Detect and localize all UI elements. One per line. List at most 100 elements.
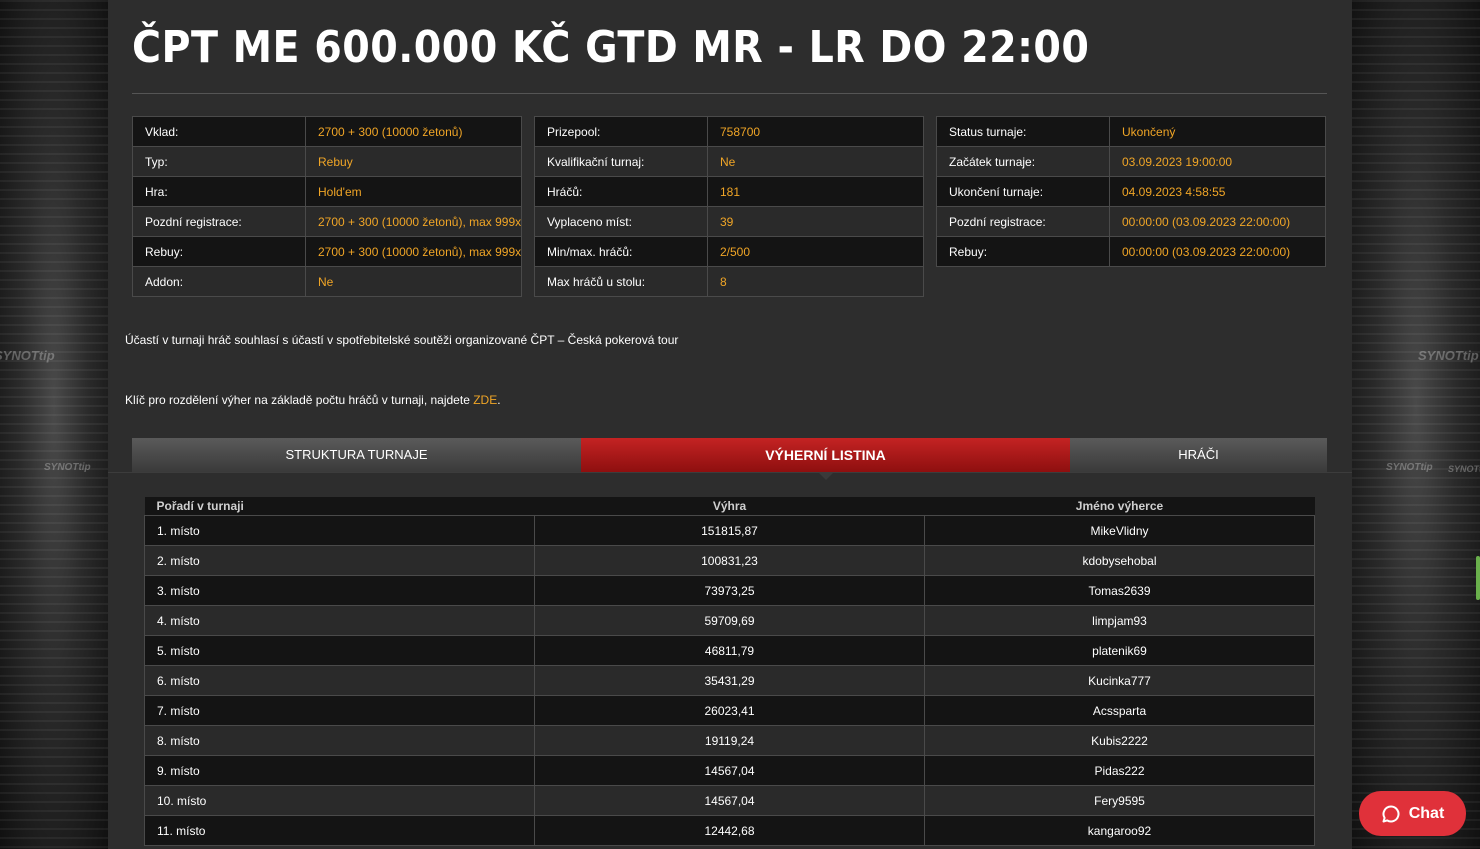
watermark: SYNOTtip (0, 348, 55, 363)
info-value: 03.09.2023 19:00:00 (1109, 146, 1326, 177)
info-value: 2700 + 300 (10000 žetonů), max 999x (305, 206, 522, 237)
active-tab-caret (817, 472, 834, 480)
info-label: Vyplaceno míst: (534, 206, 708, 237)
info-row: Addon: Ne (132, 266, 522, 297)
chat-button[interactable]: Chat (1359, 791, 1466, 836)
info-value: 2/500 (707, 236, 924, 267)
winner-name-cell: limpjam93 (924, 605, 1315, 636)
info-value: Hold'em (305, 176, 522, 207)
prize-cell: 26023,41 (534, 695, 925, 726)
prize-cell: 100831,23 (534, 545, 925, 576)
tab-label: VÝHERNÍ LISTINA (765, 447, 886, 463)
winner-name-cell: Fery9595 (924, 785, 1315, 816)
watermark: SYNOTtip (44, 462, 91, 473)
info-value: Ukončený (1109, 116, 1326, 147)
tab-bar: STRUKTURA TURNAJE VÝHERNÍ LISTINA HRÁČI (132, 438, 1327, 480)
info-row: Vyplaceno míst: 39 (534, 206, 924, 237)
info-value: 2700 + 300 (10000 žetonů), max 999x (305, 236, 522, 267)
column-header-prize: Výhra (534, 497, 925, 516)
winner-name-cell: Kucinka777 (924, 665, 1315, 696)
info-label: Ukončení turnaje: (936, 176, 1110, 207)
watermark: SYNOTtip (1448, 464, 1480, 474)
rank-cell: 11. místo (144, 815, 535, 846)
rank-cell: 5. místo (144, 635, 535, 666)
info-row: Ukončení turnaje: 04.09.2023 4:58:55 (936, 176, 1326, 207)
rank-cell: 1. místo (144, 515, 535, 546)
info-value: 8 (707, 266, 924, 297)
info-row: Hráčů: 181 (534, 176, 924, 207)
tab-vyherni-listina[interactable]: VÝHERNÍ LISTINA (581, 438, 1070, 480)
prize-cell: 14567,04 (534, 785, 925, 816)
info-label: Pozdní registrace: (936, 206, 1110, 237)
info-row: Typ: Rebuy (132, 146, 522, 177)
tab-struktura-turnaje[interactable]: STRUKTURA TURNAJE (132, 438, 581, 472)
rank-cell: 4. místo (144, 605, 535, 636)
info-row: Status turnaje: Ukončený (936, 116, 1326, 147)
info-value: 758700 (707, 116, 924, 147)
rank-cell: 9. místo (144, 755, 535, 786)
info-value: 39 (707, 206, 924, 237)
table-row: 4. místo 59709,69 limpjam93 (144, 605, 1315, 636)
info-value: Ne (707, 146, 924, 177)
prize-cell: 35431,29 (534, 665, 925, 696)
info-value: 00:00:00 (03.09.2023 22:00:00) (1109, 206, 1326, 237)
info-row: Začátek turnaje: 03.09.2023 19:00:00 (936, 146, 1326, 177)
winner-name-cell: platenik69 (924, 635, 1315, 666)
side-widget-edge[interactable] (1476, 556, 1480, 600)
winner-name-cell: kdobysehobal (924, 545, 1315, 576)
rank-cell: 6. místo (144, 665, 535, 696)
info-label: Min/max. hráčů: (534, 236, 708, 267)
info-label: Rebuy: (132, 236, 306, 267)
info-value: 04.09.2023 4:58:55 (1109, 176, 1326, 207)
background-left: SYNOTtip SYNOTtip (0, 0, 108, 849)
info-row: Pozdní registrace: 2700 + 300 (10000 žeto… (132, 206, 522, 237)
info-value: 00:00:00 (03.09.2023 22:00:00) (1109, 236, 1326, 267)
prize-cell: 73973,25 (534, 575, 925, 606)
watermark: SYNOTtip (1418, 348, 1479, 363)
info-label: Addon: (132, 266, 306, 297)
tab-underline (108, 472, 1352, 473)
info-value: 2700 + 300 (10000 žetonů) (305, 116, 522, 147)
tab-label: HRÁČI (1178, 447, 1219, 462)
table-row: 9. místo 14567,04 Pidas222 (144, 755, 1315, 786)
distribution-key-note: Klíč pro rozdělení výher na základě počt… (125, 393, 501, 407)
prize-cell: 19119,24 (534, 725, 925, 756)
info-table-status: Status turnaje: Ukončený Začátek turnaje: 0… (936, 116, 1326, 267)
winner-name-cell: Kubis2222 (924, 725, 1315, 756)
info-value: 181 (707, 176, 924, 207)
table-row: 2. místo 100831,23 kdobysehobal (144, 545, 1315, 576)
table-row: 8. místo 19119,24 Kubis2222 (144, 725, 1315, 756)
info-value: Ne (305, 266, 522, 297)
info-label: Prizepool: (534, 116, 708, 147)
consent-note: Účastí v turnaji hráč souhlasí s účastí … (125, 333, 679, 347)
prize-cell: 151815,87 (534, 515, 925, 546)
info-row: Prizepool: 758700 (534, 116, 924, 147)
watermark: SYNOTtip (1386, 462, 1433, 473)
table-row: 1. místo 151815,87 MikeVlidny (144, 515, 1315, 546)
info-label: Typ: (132, 146, 306, 177)
tab-hraci[interactable]: HRÁČI (1070, 438, 1327, 472)
info-row: Max hráčů u stolu: 8 (534, 266, 924, 297)
column-header-winner: Jméno výherce (924, 497, 1315, 516)
info-label: Vklad: (132, 116, 306, 147)
info-value: Rebuy (305, 146, 522, 177)
info-label: Hra: (132, 176, 306, 207)
info-row: Hra: Hold'em (132, 176, 522, 207)
info-label: Začátek turnaje: (936, 146, 1110, 177)
info-label: Pozdní registrace: (132, 206, 306, 237)
rank-cell: 10. místo (144, 785, 535, 816)
rank-cell: 2. místo (144, 545, 535, 576)
chat-label: Chat (1408, 804, 1445, 822)
results-table: Pořadí v turnaji Výhra Jméno výherce 1. … (144, 497, 1315, 846)
zde-link[interactable]: ZDE (473, 393, 497, 407)
prize-cell: 46811,79 (534, 635, 925, 666)
tab-label: STRUKTURA TURNAJE (285, 447, 428, 462)
table-row: 3. místo 73973,25 Tomas2639 (144, 575, 1315, 606)
background-right: SYNOTtip SYNOTtip SYNOTtip (1352, 0, 1480, 849)
winner-name-cell: Acssparta (924, 695, 1315, 726)
info-table-prizepool: Prizepool: 758700 Kvalifikační turnaj: Ne Hr… (534, 116, 924, 297)
info-label: Rebuy: (936, 236, 1110, 267)
info-label: Max hráčů u stolu: (534, 266, 708, 297)
column-header-rank: Pořadí v turnaji (144, 497, 535, 516)
info-row: Rebuy: 00:00:00 (03.09.2023 22:00:00) (936, 236, 1326, 267)
